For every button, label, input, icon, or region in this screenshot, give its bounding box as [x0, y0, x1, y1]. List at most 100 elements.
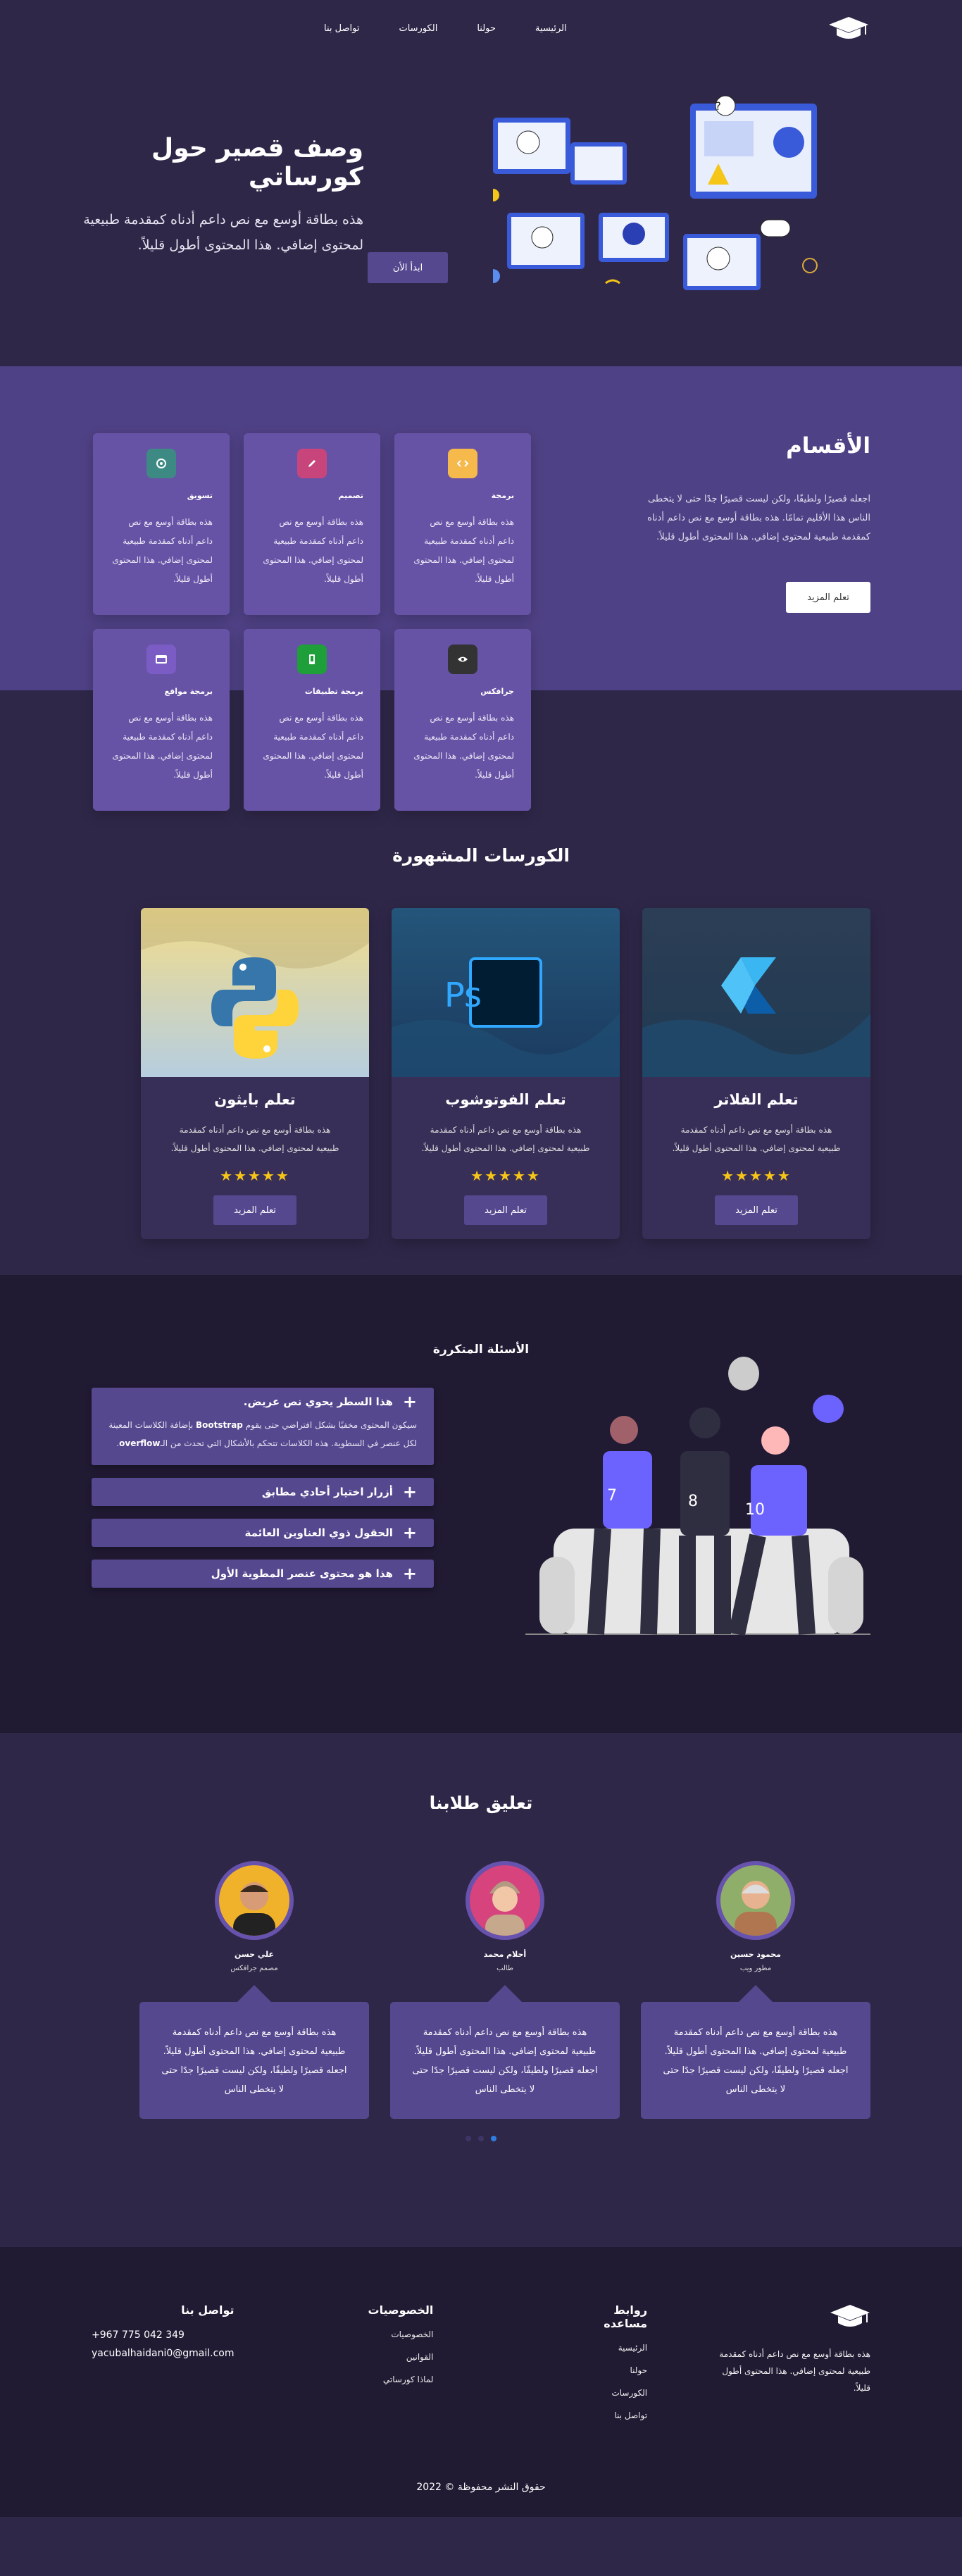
department-card[interactable]: برمجة مواقع هذه بطاقة أوسع مع نص داعم أد… — [93, 629, 230, 811]
footer-link-terms[interactable]: القوانين — [368, 2352, 434, 2362]
footer-help-title: روابط مساعده — [604, 2303, 648, 2330]
faq-accordion: + هذا السطر يحوي نص عريض. سيكون المحتوى … — [92, 1388, 434, 1600]
avatar — [716, 1861, 795, 1940]
graduation-cap-logo — [830, 2305, 870, 2327]
flutter-logo — [642, 957, 870, 1077]
testimonial-text: هذه بطاقة أوسع مع نص داعم أدناه كمقدمة ط… — [139, 1985, 369, 2119]
course-image: Ps — [392, 908, 620, 1077]
department-card[interactable]: برمجة هذه بطاقة أوسع مع نص داعم أدناه كم… — [394, 433, 531, 615]
student-role: مصمم جرافكس — [230, 1965, 278, 1972]
footer-phone[interactable]: +967 775 042 349 — [92, 2329, 235, 2341]
course-title: تعلم بايثون — [214, 1091, 296, 1108]
learn-more-button[interactable]: تعلم المزيد — [786, 582, 870, 613]
course-card[interactable]: Ps تعلم الفوتوشوب هذه بطاقة أوسع مع نص د… — [392, 908, 620, 1239]
avatar — [466, 1861, 544, 1940]
code-icon — [448, 449, 477, 478]
footer-privacy-title: الخصوصيات — [368, 2303, 434, 2317]
hero-description: هذه بطاقة أوسع مع نص داعم أدناه كمقدمة ط… — [83, 212, 363, 253]
python-logo — [141, 908, 369, 1059]
nav-courses[interactable]: الكورسات — [399, 23, 437, 34]
friends-celebrating-illustration: 7 8 10 — [525, 1357, 870, 1636]
departments-description: اجعله قصيرًا ولطيفًا، ولكن ليست قصيرًا ج… — [647, 494, 870, 542]
department-card[interactable]: تسويق هذه بطاقة أوسع مع نص داعم أدناه كم… — [93, 433, 230, 615]
carousel-dot[interactable] — [478, 2136, 484, 2141]
course-learn-more-button[interactable]: تعلم المزيد — [213, 1195, 296, 1225]
online-learning-illustration: ? — [493, 95, 818, 290]
department-card[interactable]: جرافكس هذه بطاقة أوسع مع نص داعم أدناه ك… — [394, 629, 531, 811]
footer-contact-title: تواصل بنا — [181, 2303, 235, 2317]
testimonials-section: تعليق طلابنا محمود حسين مطور ويب هذه بطا… — [0, 1733, 962, 2247]
accordion-answer-text: سيكون المحتوى مخفيًا بشكل افتراضي حتى يق… — [242, 1420, 417, 1430]
nav-about[interactable]: حولنا — [477, 23, 496, 34]
course-text: هذه بطاقة أوسع مع نص داعم أدناه كمقدمة ط… — [170, 1125, 339, 1153]
department-card[interactable]: تصميم هذه بطاقة أوسع مع نص داعم أدناه كم… — [244, 433, 380, 615]
footer-email[interactable]: yacubalhaidani0@gmail.com — [92, 2348, 235, 2359]
photoshop-logo: Ps — [392, 957, 620, 1077]
hero-title: وصف قصير حول كورساتي — [151, 134, 363, 192]
card-title: تسويق — [187, 491, 213, 500]
nav-links: الرئيسية حولنا الكورسات تواصل بنا — [324, 23, 567, 34]
testimonial-list: محمود حسين مطور ويب هذه بطاقة أوسع مع نص… — [92, 1861, 870, 2119]
student-name: علي حسن — [235, 1950, 274, 1959]
accordion-item: + هذا السطر يحوي نص عريض. سيكون المحتوى … — [92, 1388, 434, 1465]
start-now-button[interactable]: ابدأ الأن — [368, 252, 448, 283]
copyright: حقوق النشر محفوظة © 2022 — [416, 2482, 546, 2493]
carousel-dot[interactable] — [466, 2136, 471, 2141]
accordion-header[interactable]: + الحقول ذوي العناوين العائمة — [92, 1519, 434, 1547]
card-text: هذه بطاقة أوسع مع نص داعم أدناه كمقدمة ط… — [413, 517, 514, 584]
graduation-cap-logo[interactable] — [827, 14, 870, 42]
footer-columns: هذه بطاقة أوسع مع نص داعم أدناه كمقدمة ط… — [92, 2303, 870, 2433]
testimonial-item: علي حسن مصمم جرافكس هذه بطاقة أوسع مع نص… — [139, 1861, 369, 2119]
accordion-question: هذا هو محتوى عنصر المطوية الأول — [211, 1567, 393, 1580]
department-card[interactable]: برمجة تطبيقات هذه بطاقة أوسع مع نص داعم … — [244, 629, 380, 811]
mobile-icon — [297, 645, 327, 674]
carousel-indicators — [92, 2136, 870, 2141]
accordion-item: + الحقول ذوي العناوين العائمة — [92, 1519, 434, 1547]
footer-link-home[interactable]: الرئيسية — [567, 2343, 647, 2353]
card-text: هذه بطاقة أوسع مع نص داعم أدناه كمقدمة ط… — [263, 713, 363, 780]
card-title: برمجة — [491, 491, 514, 500]
course-text: هذه بطاقة أوسع مع نص داعم أدناه كمقدمة ط… — [421, 1125, 590, 1153]
rating-stars: ★★★★★ — [220, 1167, 290, 1184]
accordion-header[interactable]: + هذا هو محتوى عنصر المطوية الأول — [92, 1560, 434, 1588]
jersey-number: 10 — [745, 1501, 765, 1519]
departments-section: الأقسام اجعله قصيرًا ولطيفًا، ولكن ليست … — [0, 366, 962, 845]
plus-icon: + — [402, 1523, 417, 1543]
accordion-item: + أزرار اختيار أحادي مطابق — [92, 1478, 434, 1506]
footer-link-privacy[interactable]: الخصوصيات — [368, 2329, 433, 2339]
footer-link-about[interactable]: حولنا — [567, 2365, 648, 2375]
course-cards: تعلم الفلاتر هذه بطاقة أوسع مع نص داعم أ… — [92, 908, 870, 1239]
departments-title: الأقسام — [786, 433, 870, 459]
footer-link-courses[interactable]: الكورسات — [567, 2388, 647, 2398]
footer-link-contact[interactable]: تواصل بنا — [567, 2410, 647, 2420]
course-text: هذه بطاقة أوسع مع نص داعم أدناه كمقدمة ط… — [672, 1125, 841, 1153]
footer-about: هذه بطاقة أوسع مع نص داعم أدناه كمقدمة ط… — [711, 2303, 870, 2433]
accordion-header[interactable]: + أزرار اختيار أحادي مطابق — [92, 1478, 434, 1506]
navbar: الرئيسية حولنا الكورسات تواصل بنا — [0, 0, 962, 56]
courses-title: الكورسات المشهورة — [392, 845, 570, 866]
course-card[interactable]: تعلم بايثون هذه بطاقة أوسع مع نص داعم أد… — [141, 908, 369, 1239]
carousel-dot[interactable] — [491, 2136, 496, 2141]
footer-contact: تواصل بنا +967 775 042 349 yacubalhaidan… — [92, 2303, 235, 2433]
course-learn-more-button[interactable]: تعلم المزيد — [715, 1195, 798, 1225]
course-card[interactable]: تعلم الفلاتر هذه بطاقة أوسع مع نص داعم أ… — [642, 908, 870, 1239]
course-title: تعلم الفلاتر — [714, 1091, 799, 1108]
footer-privacy-links: الخصوصيات الخصوصيات القوانين لماذا كورسا… — [368, 2303, 434, 2433]
target-icon — [146, 449, 176, 478]
avatar — [215, 1861, 294, 1940]
course-learn-more-button[interactable]: تعلم المزيد — [464, 1195, 547, 1225]
card-text: هذه بطاقة أوسع مع نص داعم أدناه كمقدمة ط… — [413, 713, 514, 780]
testimonial-item: أحلام محمد طالب هذه بطاقة أوسع مع نص داع… — [390, 1861, 620, 2119]
nav-contact[interactable]: تواصل بنا — [324, 23, 359, 34]
testimonial-item: محمود حسين مطور ويب هذه بطاقة أوسع مع نص… — [641, 1861, 870, 2119]
rating-stars: ★★★★★ — [721, 1167, 792, 1184]
card-text: هذه بطاقة أوسع مع نص داعم أدناه كمقدمة ط… — [112, 517, 213, 584]
footer-link-why[interactable]: لماذا كورساتي — [368, 2375, 434, 2384]
nav-home[interactable]: الرئيسية — [535, 23, 567, 34]
student-name: أحلام محمد — [483, 1950, 527, 1959]
accordion-header[interactable]: + هذا السطر يحوي نص عريض. — [92, 1388, 434, 1416]
card-title: تصميم — [338, 491, 363, 500]
card-title: برمجة تطبيقات — [304, 687, 363, 696]
eye-icon — [448, 645, 477, 674]
card-text: هذه بطاقة أوسع مع نص داعم أدناه كمقدمة ط… — [112, 713, 213, 780]
